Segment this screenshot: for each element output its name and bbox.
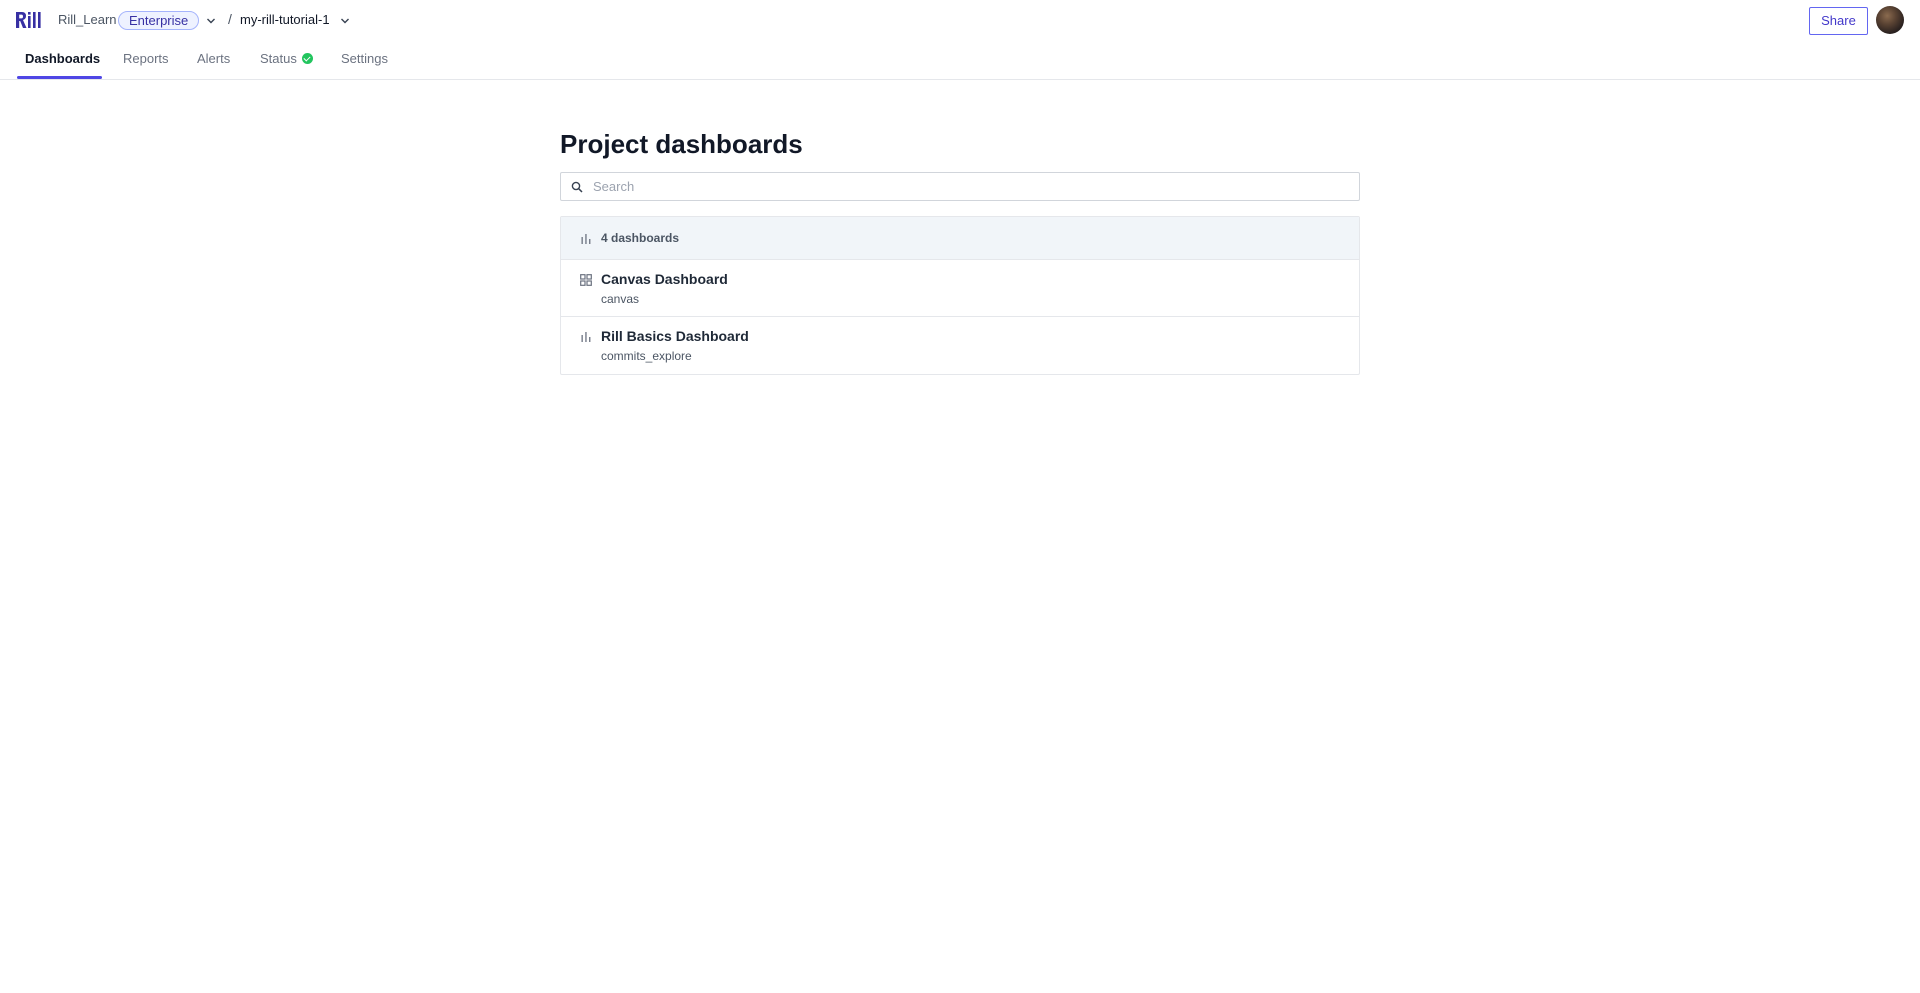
- breadcrumb-separator: /: [228, 11, 232, 27]
- dashboards-count: 4 dashboards: [601, 231, 680, 245]
- tab-reports[interactable]: Reports: [123, 40, 169, 80]
- tab-settings[interactable]: Settings: [341, 40, 388, 80]
- tab-alerts[interactable]: Alerts: [197, 40, 230, 80]
- search-input[interactable]: [593, 173, 1353, 200]
- tab-status[interactable]: Status: [260, 40, 313, 80]
- rill-logo[interactable]: [16, 11, 42, 29]
- dashboards-list: 4 dashboards Canvas Dashboard canvas Ril…: [560, 216, 1360, 375]
- list-item[interactable]: Rill Basics Dashboard commits_explore: [561, 317, 1359, 374]
- tab-status-label: Status: [260, 51, 297, 66]
- org-name[interactable]: Rill_Learn: [58, 12, 117, 27]
- dashboard-name: Canvas Dashboard: [601, 271, 728, 287]
- status-ok-icon: [301, 53, 313, 64]
- canvas-icon: [580, 274, 592, 286]
- search-icon: [571, 181, 583, 193]
- share-button[interactable]: Share: [1809, 7, 1868, 35]
- top-bar: Rill_Learn Enterprise / my-rill-tutorial…: [0, 0, 1920, 40]
- tab-dashboards[interactable]: Dashboards: [25, 40, 100, 80]
- plan-badge: Enterprise: [118, 11, 200, 30]
- active-tab-indicator: [17, 76, 102, 79]
- dashboard-id: canvas: [601, 292, 640, 306]
- avatar[interactable]: [1876, 6, 1904, 34]
- list-header: 4 dashboards: [561, 217, 1359, 260]
- project-chevron-down-icon[interactable]: [340, 16, 350, 26]
- search-box: [560, 172, 1360, 201]
- dashboard-name: Rill Basics Dashboard: [601, 328, 749, 344]
- project-name[interactable]: my-rill-tutorial-1: [240, 12, 330, 27]
- bar-chart-icon: [581, 234, 591, 244]
- bar-chart-icon: [581, 332, 591, 342]
- main-content: Project dashboards 4 dashboards Canvas D…: [560, 120, 1360, 375]
- list-item[interactable]: Canvas Dashboard canvas: [561, 260, 1359, 317]
- page-title: Project dashboards: [560, 129, 803, 159]
- dashboard-id: commits_explore: [601, 349, 692, 363]
- project-tabs: Dashboards Reports Alerts Status Setting…: [0, 40, 1920, 80]
- org-chevron-down-icon[interactable]: [206, 16, 216, 26]
